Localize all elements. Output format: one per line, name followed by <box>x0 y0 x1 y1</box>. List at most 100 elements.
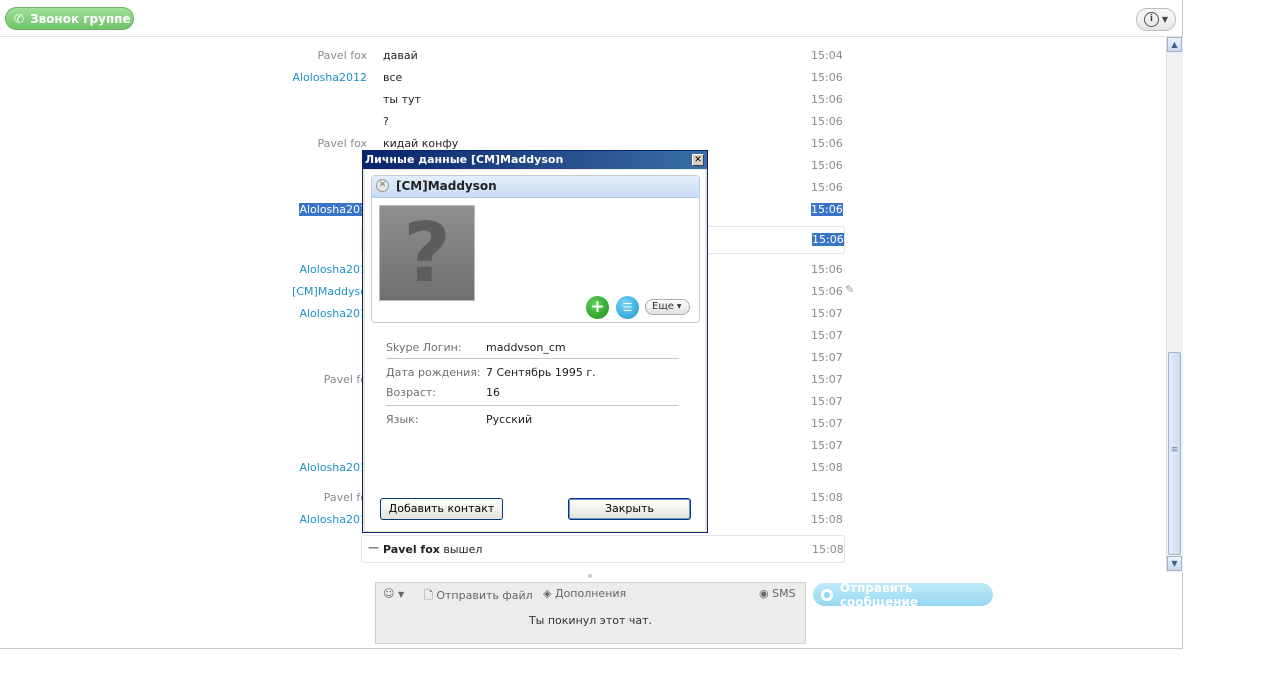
message-row: Pavel fox давай 15:04 <box>0 44 1166 66</box>
more-label: Еще <box>652 301 674 312</box>
scroll-up-button[interactable]: ▲ <box>1167 37 1182 52</box>
event-action: вышел <box>443 543 483 556</box>
message-time: 15:07 <box>811 439 843 452</box>
field-value: Русский <box>486 413 533 426</box>
message-text: ? <box>383 115 389 128</box>
message-sender[interactable]: Alolosha201 <box>299 513 367 526</box>
message-time: 15:04 <box>811 49 843 62</box>
message-time: 15:06 <box>811 115 843 128</box>
message-sender[interactable]: Alolosha201 <box>299 461 367 474</box>
add-contact-button[interactable]: Добавить контакт <box>380 498 503 520</box>
field-value: maddvson_cm <box>486 341 566 354</box>
chevron-down-icon: ▼ <box>676 303 682 310</box>
event-time: 15:08 <box>812 543 844 556</box>
message-time: 15:06 <box>811 159 843 172</box>
left-chat-event: — Pavel fox вышел 15:08 <box>361 535 845 563</box>
sms-label: SMS <box>772 587 796 600</box>
vertical-scrollbar[interactable]: ▲ ≡ ▼ <box>1166 37 1183 572</box>
message-row: ты тут 15:06 <box>0 88 1166 110</box>
message-time: 15:07 <box>811 307 843 320</box>
message-text: кидай конфу <box>383 137 459 150</box>
message-time: 15:08 <box>811 461 843 474</box>
field-label: Язык: <box>386 413 419 426</box>
conversation-info-button[interactable]: i ▼ <box>1136 8 1176 31</box>
send-file-label: Отправить файл <box>436 589 533 602</box>
field-value: 16 <box>486 386 500 399</box>
send-message-label: Отправить сообщение <box>839 580 919 609</box>
message-sender[interactable]: Alolosha201 <box>299 263 367 276</box>
file-icon: 🗋 <box>424 589 433 602</box>
message-time: 15:06 <box>811 203 843 216</box>
field-label: Skype Логин: <box>386 341 462 354</box>
call-group-label: Звонок группе <box>30 11 131 26</box>
dialog-body: ✕ [CM]Maddyson ? + ☰ Еще ▼ Skype Логин: m… <box>365 170 705 531</box>
more-button[interactable]: Еще ▼ <box>645 299 690 315</box>
message-time: 15:07 <box>811 395 843 408</box>
message-time: 15:07 <box>811 329 843 342</box>
message-row: ? 15:06 <box>0 110 1166 132</box>
composer-status: Ты покинул этот чат. <box>528 614 653 627</box>
message-sender[interactable]: Pavel fox <box>318 49 367 62</box>
profile-dialog: Личные данные [CM]Maddyson ✕ ✕ [CM]Maddy… <box>362 150 708 533</box>
message-time: 15:07 <box>811 417 843 430</box>
message-text: все <box>383 71 403 84</box>
smiley-icon: ☺ <box>383 587 395 600</box>
extras-label: Дополнения <box>554 587 627 600</box>
sms-button[interactable]: ◉ SMS <box>759 587 796 600</box>
message-time: 15:06 <box>811 137 843 150</box>
puzzle-icon: ◈ <box>543 587 552 600</box>
message-sender[interactable]: Pavel fox <box>318 137 367 150</box>
message-time: 15:08 <box>811 491 843 504</box>
extras-button[interactable]: ◈ Дополнения <box>543 587 626 600</box>
divider <box>386 358 679 359</box>
chat-bubble-icon: ● <box>821 588 833 601</box>
offline-status-icon: ✕ <box>376 179 389 192</box>
emoticon-button[interactable]: ☺ ▼ <box>383 587 404 600</box>
message-time: 15:06 <box>812 233 844 246</box>
close-icon[interactable]: ✕ <box>692 154 704 166</box>
message-text: давай <box>383 49 418 62</box>
field-label: Возраст: <box>386 386 437 399</box>
composer-toolbar: ☺ ▼ 🗋 Отправить файл ◈ Дополнения ◉ SMS <box>376 583 805 605</box>
close-button[interactable]: Закрыть <box>568 498 691 520</box>
message-sender[interactable]: Pavel fo <box>324 373 367 386</box>
minus-icon: — <box>368 541 379 554</box>
sms-icon: ◉ <box>759 587 769 600</box>
resize-grip[interactable] <box>588 574 592 578</box>
message-sender[interactable]: Alolosha201 <box>299 203 367 216</box>
send-message-button[interactable]: ● Отправить сообщение <box>813 580 993 609</box>
message-time: 15:06 <box>811 71 843 84</box>
message-sender[interactable]: Pavel fo <box>324 491 367 504</box>
add-contact-icon[interactable]: + <box>586 296 609 319</box>
avatar: ? <box>379 205 475 301</box>
message-sender[interactable]: Alolosha2012 <box>292 71 367 84</box>
message-sender[interactable]: [CM]Maddyso <box>292 285 367 298</box>
chevron-down-icon: ▼ <box>397 590 405 599</box>
scroll-thumb[interactable]: ≡ <box>1168 352 1181 555</box>
call-group-button[interactable]: ✆ Звонок группе <box>5 7 134 30</box>
event-user: Pavel fox <box>383 543 440 556</box>
contact-card-header: ✕ [CM]Maddyson <box>372 176 699 198</box>
message-composer: ☺ ▼ 🗋 Отправить файл ◈ Дополнения ◉ SMS … <box>375 582 806 644</box>
contact-name: [CM]Maddyson <box>396 179 497 193</box>
field-label: Дата рождения: <box>386 366 481 379</box>
chevron-down-icon: ▼ <box>1161 15 1169 24</box>
scroll-down-button[interactable]: ▼ <box>1167 556 1182 571</box>
chat-icon[interactable]: ☰ <box>616 296 639 319</box>
message-time: 15:06 <box>811 285 843 298</box>
dialog-title[interactable]: Личные данные [CM]Maddyson <box>363 151 707 169</box>
edited-pencil-icon: ✎ <box>845 283 855 296</box>
message-time: 15:06 <box>811 181 843 194</box>
message-time: 15:07 <box>811 373 843 386</box>
message-time: 15:06 <box>811 263 843 276</box>
chat-header: ✆ Звонок группе i ▼ <box>0 0 1182 37</box>
send-file-button[interactable]: 🗋 Отправить файл <box>424 587 533 606</box>
contact-card: ✕ [CM]Maddyson ? + ☰ Еще ▼ <box>371 175 700 323</box>
message-time: 15:07 <box>811 351 843 364</box>
event-text: Pavel fox вышел <box>383 543 482 556</box>
info-icon: i <box>1143 12 1159 27</box>
message-time: 15:08 <box>811 513 843 526</box>
message-sender[interactable]: Alolosha201 <box>299 307 367 320</box>
message-row: Alolosha2012 все 15:06 <box>0 66 1166 88</box>
phone-icon: ✆ <box>14 11 25 26</box>
